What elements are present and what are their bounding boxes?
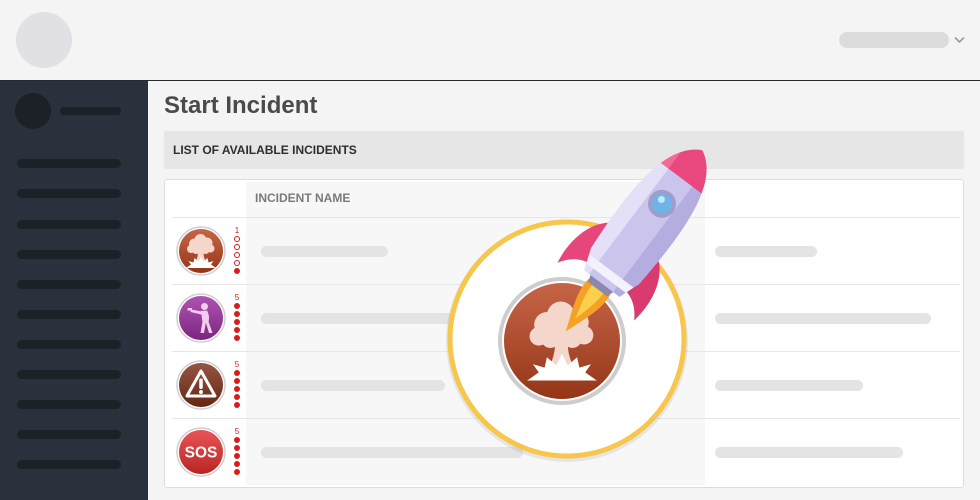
incident-detail-placeholder [715,380,863,391]
user-menu[interactable] [839,32,971,48]
severity-meter [234,303,240,341]
severity-dot [234,268,240,274]
avatar [15,93,51,129]
page-title: Start Incident [164,92,318,119]
severity-dot [234,311,240,317]
incident-detail-placeholder [715,447,903,458]
severity-number: 5 [234,427,240,436]
severity-dot [234,402,240,408]
sidebar-nav-item[interactable] [17,280,121,289]
severity-dot [234,236,240,242]
warning-icon [176,360,226,410]
severity-dot [234,252,240,258]
column-header-incident-name: INCIDENT NAME [255,191,351,205]
incident-name-placeholder [261,380,445,391]
severity-dot [234,445,240,451]
severity-dot [234,394,240,400]
severity-number: 5 [234,360,240,369]
top-bar [0,0,980,81]
severity-dot [234,469,240,475]
explosion-icon [176,226,226,276]
severity-meter [234,236,240,274]
chevron-down-icon [954,37,965,43]
severity-dot [234,260,240,266]
severity-meter [234,437,240,475]
severity-dot [234,437,240,443]
sos-icon: SOS [176,427,226,477]
severity-number: 5 [234,293,240,302]
severity-dot [234,370,240,376]
sidebar-nav-item[interactable] [17,220,121,229]
gunman-icon [176,293,226,343]
severity-dot [234,335,240,341]
sos-icon-label: SOS [185,445,218,462]
sidebar-nav-item[interactable] [17,370,121,379]
severity-dot [234,386,240,392]
severity-number: 1 [234,226,240,235]
incident-name-placeholder [261,246,388,257]
severity-dot [234,303,240,309]
severity-dot [234,461,240,467]
sidebar-nav-item[interactable] [17,189,121,198]
user-name-placeholder [839,32,949,48]
severity-dot [234,244,240,250]
featured-incident-badge [446,130,728,462]
severity-dot [234,319,240,325]
sidebar-nav-item[interactable] [17,310,121,319]
logo-placeholder [16,12,72,68]
severity-dot [234,378,240,384]
sidebar-nav-item[interactable] [17,250,121,259]
sidebar-nav-item[interactable] [17,340,121,349]
sidebar-nav-item[interactable] [17,400,121,409]
severity-dot [234,453,240,459]
sidebar-nav-item[interactable] [17,430,121,439]
incident-app: Start Incident LIST OF AVAILABLE INCIDEN… [0,0,980,500]
severity-meter [234,370,240,408]
user-name-placeholder [60,107,121,115]
sidebar-nav-item[interactable] [17,460,121,469]
incident-detail-placeholder [715,313,931,324]
severity-dot [234,327,240,333]
incident-detail-placeholder [715,246,817,257]
sidebar [0,81,148,500]
sidebar-nav-item[interactable] [17,159,121,168]
